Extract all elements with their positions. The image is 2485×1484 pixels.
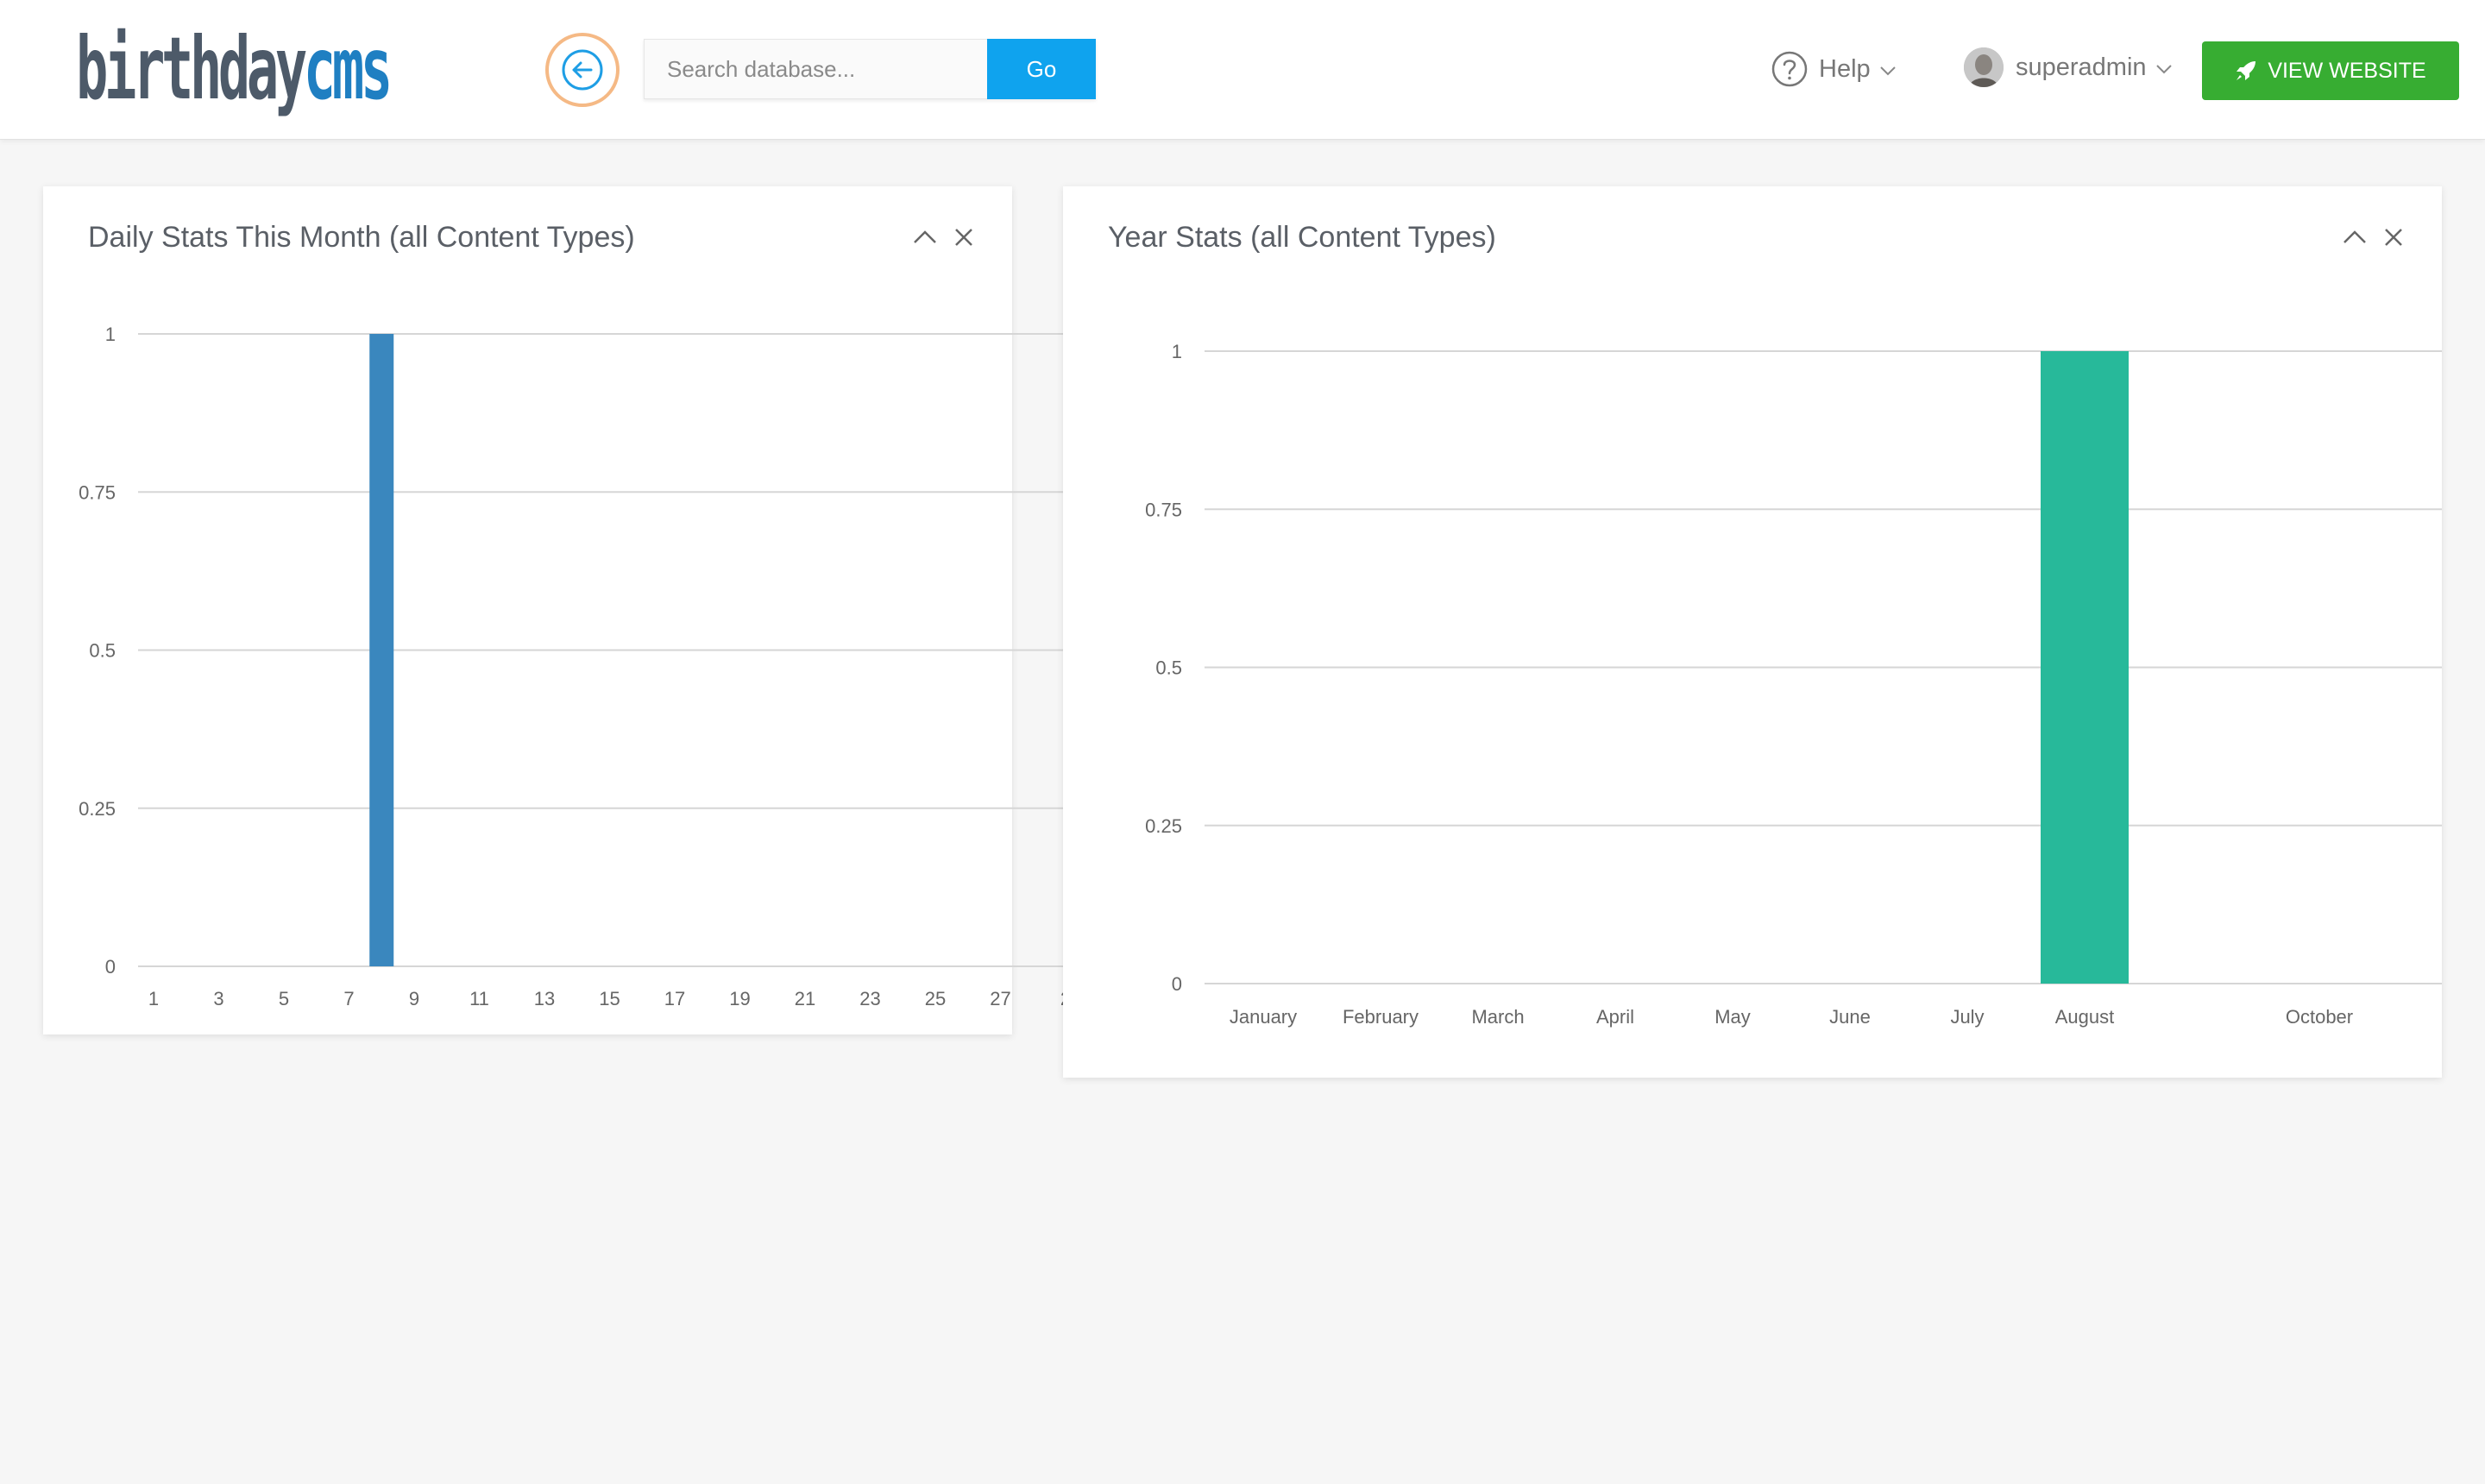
daily-stats-panel: Daily Stats This Month (all Content Type… xyxy=(43,186,1071,1034)
x-tick-label: 3 xyxy=(213,988,223,1009)
daily-stats-chart: 00.250.50.751135791113151719212325272 xyxy=(79,324,1071,1009)
y-tick-label: 0.75 xyxy=(79,481,116,503)
bar xyxy=(369,334,394,966)
x-tick-label: February xyxy=(1343,1006,1419,1028)
help-label: Help xyxy=(1819,54,1871,83)
x-tick-label: 9 xyxy=(409,988,419,1009)
username-label: superadmin xyxy=(2016,53,2147,81)
logo-text-part2: cms xyxy=(303,18,393,119)
x-tick-label: January xyxy=(1230,1006,1297,1028)
x-tick-label: 27 xyxy=(990,988,1010,1009)
arrow-left-circle-icon xyxy=(562,49,603,91)
user-menu[interactable]: superadmin xyxy=(1964,47,2173,88)
x-tick-label: July xyxy=(1950,1006,1984,1028)
y-tick-label: 0.75 xyxy=(1145,499,1182,520)
x-tick-label: 19 xyxy=(729,988,750,1009)
x-tick-label: May xyxy=(1714,1006,1751,1028)
x-tick-label: 13 xyxy=(534,988,555,1009)
avatar xyxy=(1964,47,2004,87)
year-stats-chart: 0 0.25 0.5 0.75 1 January February March April Ma… xyxy=(1145,341,2442,1028)
chevron-down-icon xyxy=(2155,65,2172,74)
brand-logo[interactable]: birthdaycms xyxy=(76,16,444,123)
question-circle-icon xyxy=(1771,51,1808,87)
back-button[interactable] xyxy=(545,33,620,107)
view-website-label: VIEW WEBSITE xyxy=(2268,58,2426,83)
y-tick-label: 0.5 xyxy=(89,640,116,662)
x-tick-label: 11 xyxy=(469,988,489,1009)
x-tick-label: 5 xyxy=(279,988,289,1009)
x-tick-label: 17 xyxy=(664,988,685,1009)
help-menu[interactable]: Help xyxy=(1771,48,1897,90)
x-tick-label: 15 xyxy=(599,988,620,1009)
x-tick-label: 23 xyxy=(859,988,880,1009)
y-tick-label: 0.25 xyxy=(79,798,116,820)
bar xyxy=(2041,351,2129,984)
x-tick-label: August xyxy=(2055,1006,2115,1028)
y-tick-label: 0 xyxy=(105,956,116,978)
y-tick-label: 1 xyxy=(1172,341,1182,362)
x-tick-label: 25 xyxy=(925,988,946,1009)
x-tick-label: June xyxy=(1829,1006,1871,1028)
x-tick-label: 7 xyxy=(343,988,354,1009)
x-tick-label: 1 xyxy=(148,988,159,1009)
y-tick-label: 0.5 xyxy=(1155,657,1182,679)
chevron-down-icon xyxy=(1879,66,1896,76)
search-bar: Go xyxy=(644,39,1096,99)
year-stats-panel: Year Stats (all Content Types) 0 0.25 0.5 0… xyxy=(1063,186,2442,1078)
rocket-icon xyxy=(2236,61,2256,80)
x-tick-label: March xyxy=(1471,1006,1524,1028)
logo-text: birthdaycms xyxy=(76,26,393,112)
x-tick-label: October xyxy=(2286,1006,2353,1028)
y-tick-label: 0 xyxy=(1172,973,1182,995)
y-tick-label: 1 xyxy=(105,324,116,345)
top-header: birthdaycms Go Help superadmin xyxy=(0,0,2485,140)
go-button[interactable]: Go xyxy=(987,39,1096,99)
logo-text-part1: birthday xyxy=(76,18,307,119)
view-website-button[interactable]: VIEW WEBSITE xyxy=(2202,41,2459,100)
x-tick-label: April xyxy=(1596,1006,1634,1028)
x-tick-label: 21 xyxy=(795,988,815,1009)
y-tick-label: 0.25 xyxy=(1145,815,1182,837)
search-input[interactable] xyxy=(644,39,987,99)
